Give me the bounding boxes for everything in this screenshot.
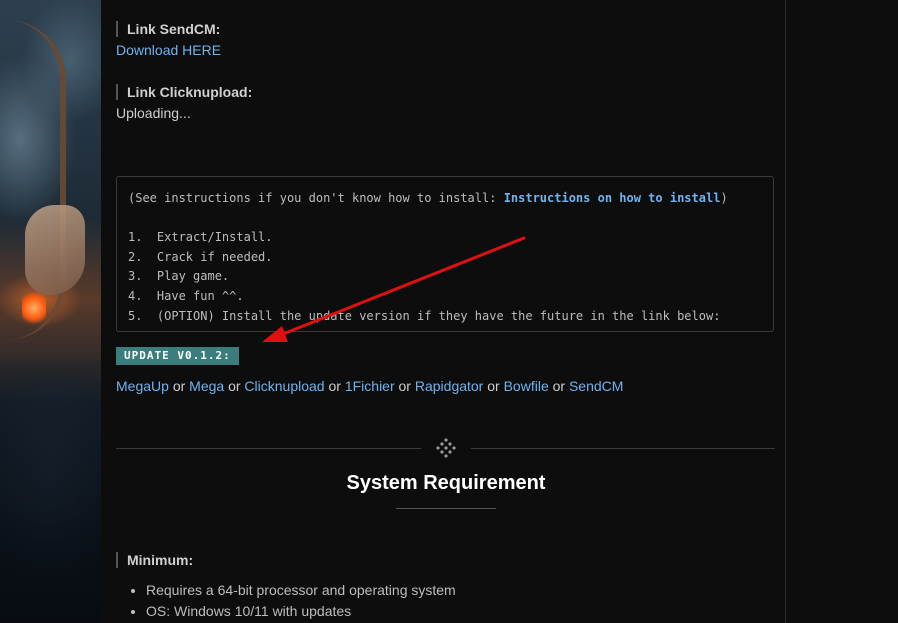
mirror-separator: or — [487, 378, 500, 394]
hero-art-image — [0, 0, 101, 623]
mirror-separator: or — [172, 378, 186, 394]
sendcm-download-link[interactable]: Download HERE — [116, 42, 221, 58]
instruction-step: 5. (OPTION) Install the update version i… — [128, 308, 721, 323]
mirror-link-sendcm[interactable]: SendCM — [569, 378, 623, 394]
art-shade — [0, 360, 101, 623]
list-item: OS: Windows 10/11 with updates — [146, 601, 456, 622]
mirror-link-1fichier[interactable]: 1Fichier — [345, 378, 395, 394]
mirror-link-bowfile[interactable]: Bowfile — [504, 378, 549, 394]
update-version-badge: UPDATE V0.1.2: — [116, 347, 239, 365]
instruction-step: 1. Extract/Install. — [128, 230, 273, 245]
title-underline — [396, 508, 496, 509]
section-divider-left — [116, 448, 421, 449]
instruction-step: 3. Play game. — [128, 269, 230, 284]
sendcm-heading: Link SendCM: — [116, 21, 220, 37]
mirror-separator: or — [328, 378, 341, 394]
sidebar-divider — [785, 0, 786, 623]
diamond-dots-icon — [436, 438, 456, 458]
section-divider-right — [471, 448, 775, 449]
install-instructions-box: (See instructions if you don't know how … — [116, 176, 774, 332]
clicknupload-heading: Link Clicknupload: — [116, 84, 252, 100]
art-hand — [25, 205, 85, 295]
instructions-link[interactable]: Instructions on how to install — [504, 191, 721, 205]
mirror-separator: or — [398, 378, 411, 394]
mirror-link-megaup[interactable]: MegaUp — [116, 378, 169, 394]
instruction-step: 2. Crack if needed. — [128, 249, 273, 264]
minimum-heading: Minimum: — [116, 552, 193, 568]
mirror-link-rapidgator[interactable]: Rapidgator — [415, 378, 484, 394]
mirror-link-clicknupload[interactable]: Clicknupload — [244, 378, 324, 394]
list-item: Requires a 64-bit processor and operatin… — [146, 580, 456, 601]
requirements-list: Requires a 64-bit processor and operatin… — [116, 580, 456, 622]
mirror-link-mega[interactable]: Mega — [189, 378, 224, 394]
clicknupload-status: Uploading... — [116, 105, 191, 121]
instructions-intro: (See instructions if you don't know how … — [128, 191, 728, 205]
mirror-separator: or — [552, 378, 566, 394]
system-requirement-title: System Requirement — [346, 472, 546, 494]
mirror-separator: or — [228, 378, 241, 394]
mirror-links: MegaUp or Mega or Clicknupload or 1Fichi… — [116, 378, 623, 394]
instruction-step: 4. Have fun ^^. — [128, 288, 244, 303]
art-ember — [22, 290, 46, 326]
